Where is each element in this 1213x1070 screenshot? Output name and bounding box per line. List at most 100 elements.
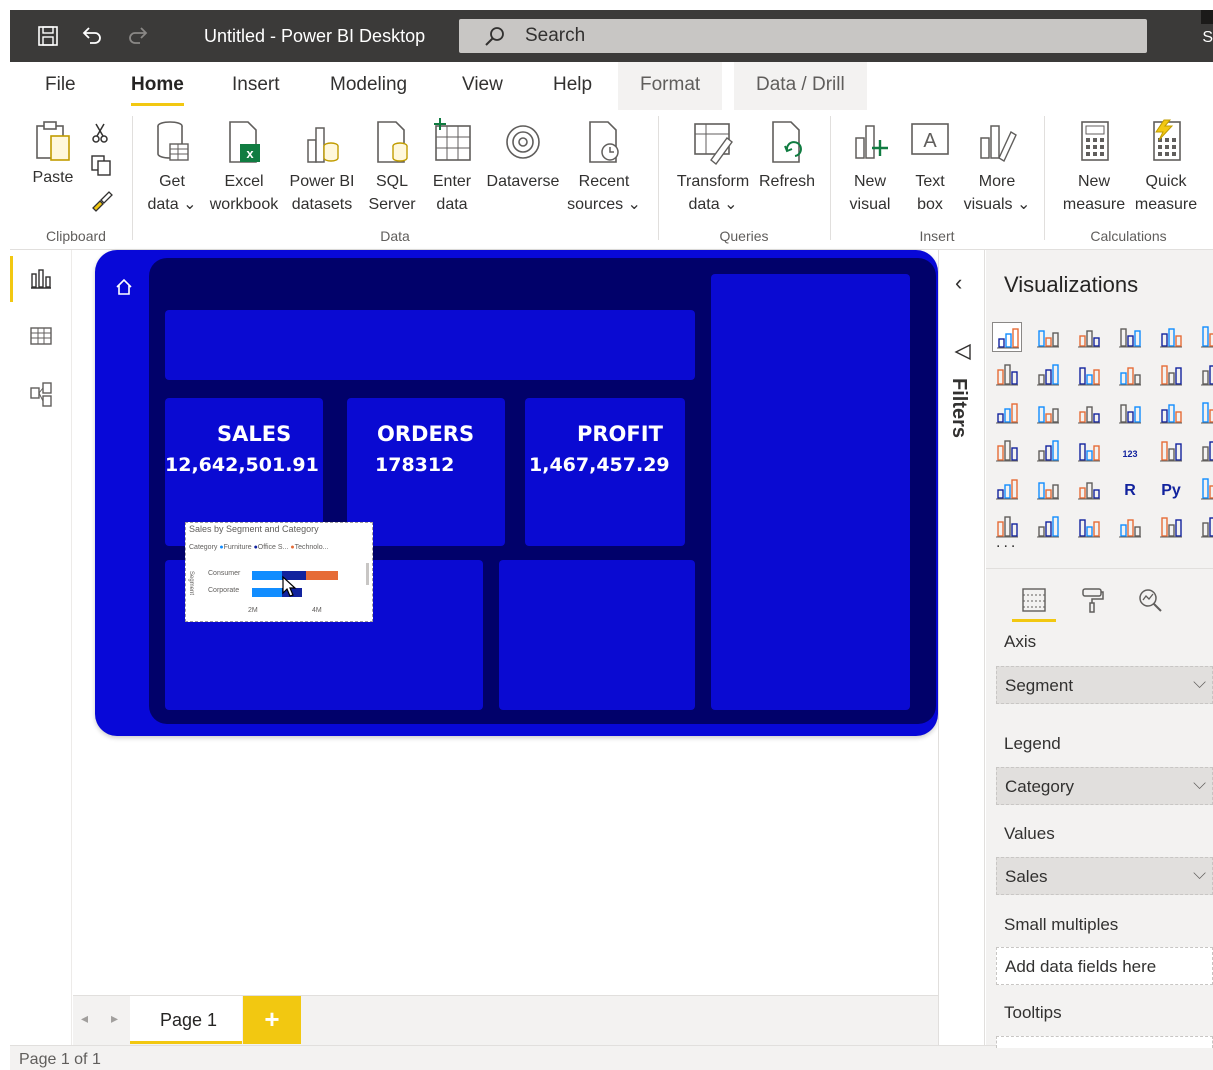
stacked-bar-chart-visual[interactable]: Sales by Segment and Category Category ●… <box>185 522 373 622</box>
analytics-tab[interactable] <box>1124 580 1176 622</box>
header-banner-shape[interactable] <box>165 310 695 380</box>
multi-row-card-icon[interactable] <box>1156 436 1186 466</box>
copy-icon[interactable] <box>90 154 112 181</box>
profit-card-title: PROFIT <box>577 422 663 446</box>
clustered-column-chart-icon[interactable] <box>1115 322 1145 352</box>
report-page[interactable]: SALES 12,642,501.91 ORDERS 178312 PROFIT… <box>95 250 938 736</box>
paste-button[interactable]: Paste <box>30 110 76 189</box>
scatter-chart-icon[interactable] <box>1074 398 1104 428</box>
tab-data-drill[interactable]: Data / Drill <box>734 62 867 110</box>
stacked-column-chart-icon[interactable] <box>1033 322 1063 352</box>
report-view-button[interactable] <box>10 250 72 308</box>
next-page-arrow-icon[interactable]: ▸ <box>111 1010 118 1027</box>
excel-workbook-button[interactable]: x Excel workbook <box>202 110 286 216</box>
values-field-well[interactable]: Sales ⌵ <box>996 857 1213 895</box>
paginated-report-icon[interactable] <box>1115 512 1145 542</box>
ribbon-chart-icon[interactable] <box>1197 360 1213 390</box>
kpi-icon[interactable] <box>1197 436 1213 466</box>
funnel-chart-icon[interactable] <box>1033 398 1063 428</box>
search-box[interactable]: Search <box>459 19 1147 53</box>
slicer-icon[interactable] <box>992 474 1022 504</box>
paint-roller-icon <box>1082 588 1104 613</box>
format-painter-icon[interactable] <box>90 188 114 217</box>
100-stacked-column-chart-icon[interactable] <box>1197 322 1213 352</box>
stacked-area-chart-icon[interactable] <box>1074 360 1104 390</box>
tab-view[interactable]: View <box>462 74 503 96</box>
add-page-button[interactable]: + <box>243 996 301 1044</box>
clustered-bar-chart-icon[interactable] <box>1074 322 1104 352</box>
tab-file[interactable]: File <box>45 74 76 96</box>
small-multiples-field-well[interactable]: Add data fields here <box>996 947 1213 985</box>
power-automate-icon[interactable] <box>1197 512 1213 542</box>
data-view-button[interactable] <box>10 308 72 366</box>
fields-well-icon <box>1022 588 1046 612</box>
fields-tab[interactable] <box>1008 580 1060 622</box>
home-icon[interactable] <box>115 278 133 301</box>
more-visuals-ellipsis[interactable]: ... <box>996 534 1018 552</box>
chart-scrollbar[interactable] <box>366 563 369 585</box>
enter-data-button[interactable]: Enter data <box>424 110 480 216</box>
tab-insert[interactable]: Insert <box>232 74 280 96</box>
smart-narrative-icon[interactable] <box>1074 512 1104 542</box>
key-influencers-icon[interactable] <box>1197 474 1213 504</box>
tooltips-well-label: Tooltips <box>1004 1003 1062 1022</box>
waterfall-chart-icon[interactable] <box>992 398 1022 428</box>
get-data-button[interactable]: Get data ⌄ <box>144 110 200 216</box>
power-bi-datasets-button[interactable]: Power BI datasets <box>286 110 358 216</box>
line-and-stacked-column-chart-icon[interactable] <box>1115 360 1145 390</box>
chevron-down-icon[interactable]: ⌵ <box>1193 774 1206 794</box>
text-box-button[interactable]: A Text box <box>904 110 956 216</box>
sql-server-button[interactable]: SQL Server <box>366 110 418 216</box>
redo-icon[interactable] <box>126 24 150 48</box>
prev-page-arrow-icon[interactable]: ◂ <box>81 1010 88 1027</box>
refresh-button[interactable]: Refresh <box>756 110 818 193</box>
new-visual-button[interactable]: New visual <box>844 110 896 216</box>
power-apps-icon[interactable] <box>1156 512 1186 542</box>
matrix-icon[interactable] <box>1074 474 1104 504</box>
map-icon[interactable] <box>992 436 1022 466</box>
recent-sources-button[interactable]: Recent sources ⌄ <box>566 110 642 216</box>
tooltips-field-well[interactable] <box>996 1036 1213 1048</box>
side-panel-shape[interactable] <box>711 274 910 710</box>
line-chart-icon[interactable] <box>992 360 1022 390</box>
gauge-icon[interactable] <box>1074 436 1104 466</box>
report-canvas[interactable]: SALES 12,642,501.91 ORDERS 178312 PROFIT… <box>73 250 938 995</box>
axis-field-well[interactable]: Segment ⌵ <box>996 666 1213 704</box>
qa-visual-icon[interactable] <box>1033 512 1063 542</box>
filters-pane[interactable]: ‹ Filters <box>938 250 985 1045</box>
filters-label: Filters <box>948 378 970 439</box>
more-visuals-button[interactable]: More visuals ⌄ <box>962 110 1032 216</box>
pie-chart-icon[interactable] <box>1115 398 1145 428</box>
undo-icon[interactable] <box>80 24 104 48</box>
card-icon[interactable]: 123 <box>1115 436 1145 466</box>
collapse-chevron-icon[interactable]: ‹ <box>955 270 962 296</box>
legend-field-well[interactable]: Category ⌵ <box>996 767 1213 805</box>
r-script-visual-icon[interactable]: R <box>1115 474 1145 504</box>
profit-card[interactable]: PROFIT 1,467,457.29 <box>525 398 685 546</box>
treemap-icon[interactable] <box>1197 398 1213 428</box>
new-measure-button[interactable]: New measure <box>1060 110 1128 216</box>
filled-map-icon[interactable] <box>1033 436 1063 466</box>
format-tab[interactable] <box>1066 580 1118 622</box>
python-visual-icon[interactable]: Py <box>1156 474 1186 504</box>
save-icon[interactable] <box>36 24 60 48</box>
stacked-bar-chart-icon[interactable] <box>992 322 1022 352</box>
tab-help[interactable]: Help <box>553 74 592 96</box>
chevron-down-icon[interactable]: ⌵ <box>1193 673 1206 693</box>
dataverse-button[interactable]: Dataverse <box>482 110 564 193</box>
tab-format[interactable]: Format <box>618 62 723 110</box>
tab-modeling[interactable]: Modeling <box>330 74 407 96</box>
area-chart-icon[interactable] <box>1033 360 1063 390</box>
bottom-middle-shape[interactable] <box>499 560 695 710</box>
line-and-clustered-column-chart-icon[interactable] <box>1156 360 1186 390</box>
quick-measure-button[interactable]: Quick measure <box>1132 110 1200 216</box>
table-icon[interactable] <box>1033 474 1063 504</box>
model-view-button[interactable] <box>10 366 72 424</box>
donut-chart-icon[interactable] <box>1156 398 1186 428</box>
cut-icon[interactable] <box>90 122 110 149</box>
tab-home[interactable]: Home <box>131 74 184 106</box>
chevron-down-icon[interactable]: ⌵ <box>1193 864 1206 884</box>
transform-data-button[interactable]: Transform data ⌄ <box>670 110 756 216</box>
page-tab-page-1[interactable]: Page 1 <box>130 996 242 1044</box>
100-stacked-bar-chart-icon[interactable] <box>1156 322 1186 352</box>
